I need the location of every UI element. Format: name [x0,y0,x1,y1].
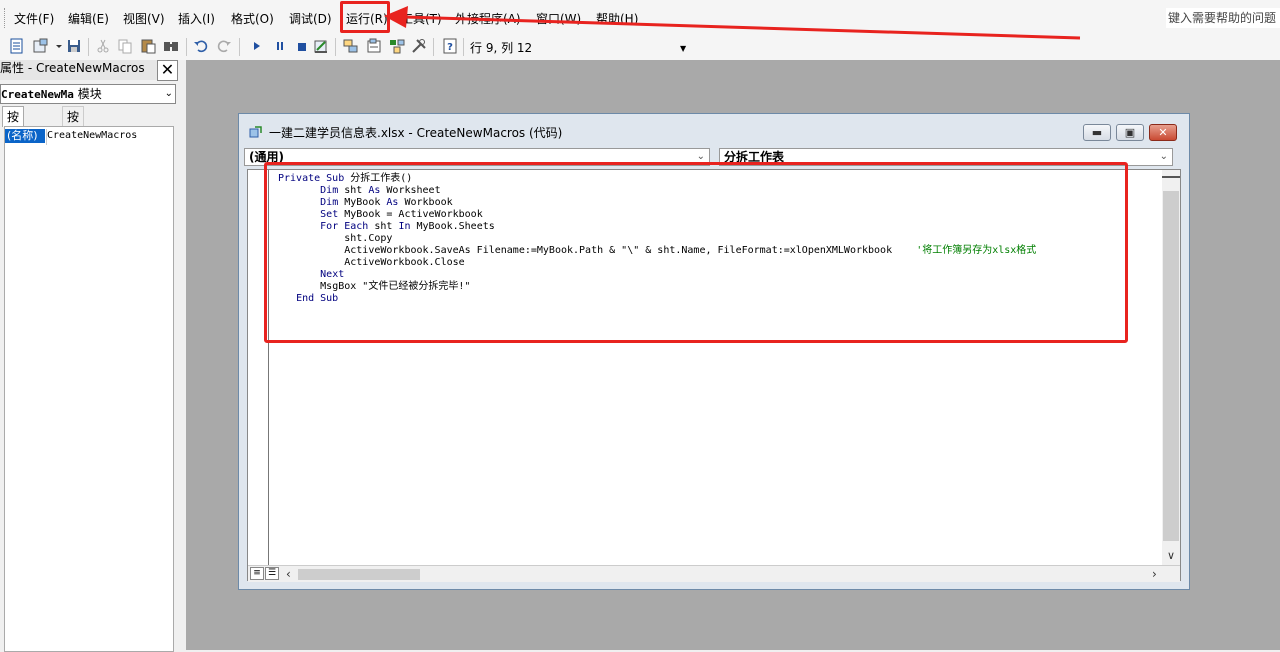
minimize-button[interactable]: ▬ [1083,124,1111,141]
menu-tools[interactable]: 工具(T) [398,10,445,28]
view-excel-icon[interactable] [8,37,26,55]
scroll-up-icon[interactable] [1162,170,1180,178]
cut-icon[interactable] [94,37,112,55]
toolbar-separator [186,38,187,56]
menu-format[interactable]: 格式(O) [228,10,277,28]
insert-dropdown-chevron-icon[interactable] [50,37,62,55]
menu-edit[interactable]: 编辑(E) [65,10,112,28]
minimize-icon: ▬ [1091,126,1103,139]
menu-window[interactable]: 窗口(W) [533,10,584,28]
help-search-input[interactable]: 键入需要帮助的问题 [1166,8,1280,28]
horizontal-scroll-thumb[interactable] [298,569,420,580]
restore-icon: ▣ [1124,126,1136,139]
code-window-titlebar[interactable]: 一建二建学员信息表.xlsx - CreateNewMacros (代码) ▬ … [239,114,1189,146]
help-icon[interactable]: ? [441,37,459,55]
properties-grid: (名称) CreateNewMacros [4,126,174,652]
menu-bar: 文件(F) 编辑(E) 视图(V) 插入(I) 格式(O) 调试(D) 运行(R… [0,0,1280,34]
chevron-down-icon[interactable]: ⌄ [1160,149,1168,165]
close-button[interactable]: ✕ [1149,124,1177,141]
horizontal-scroll-row: ≡ ☰ ‹ › [248,565,1180,582]
menu-view[interactable]: 视图(V) [120,10,168,28]
copy-icon[interactable] [116,37,134,55]
toolbar-separator [335,38,336,56]
full-module-view-button[interactable]: ☰ [265,567,279,580]
save-icon[interactable] [65,37,83,55]
annotation-run-menu-highlight [340,1,390,33]
toolbar-separator [88,38,89,56]
toolbar-separator [433,38,434,56]
property-name-cell[interactable]: (名称) [5,129,45,143]
undo-icon[interactable] [192,37,210,55]
cursor-position-status: 行 9, 列 12 [470,41,533,55]
vertical-scroll-thumb[interactable] [1163,191,1179,541]
module-icon [249,126,262,138]
scroll-down-icon[interactable]: ∨ [1162,547,1180,565]
properties-pane: 属性 - CreateNewMacros ✕ CreateNewMa 模块 ⌄ … [0,60,180,652]
scroll-right-icon[interactable]: › [1152,566,1157,582]
property-row[interactable]: (名称) CreateNewMacros [5,129,173,145]
restore-button[interactable]: ▣ [1116,124,1144,141]
find-icon[interactable] [162,37,180,55]
properties-title: 属性 - CreateNewMacros [0,60,178,80]
property-value-cell[interactable]: CreateNewMacros [47,129,137,143]
paste-icon[interactable] [139,37,157,55]
vertical-scrollbar[interactable]: ∨ [1162,170,1180,565]
reset-icon[interactable] [293,37,311,55]
properties-window-icon[interactable] [365,37,383,55]
menu-addins[interactable]: 外接程序(A) [452,10,524,28]
object-name: CreateNewMa [1,88,74,101]
standard-toolbar: ? 行 9, 列 12 ▼ [0,34,1280,60]
procedure-view-button[interactable]: ≡ [250,567,264,580]
menu-help[interactable]: 帮助(H) [593,10,641,28]
scroll-left-icon[interactable]: ‹ [286,566,291,582]
redo-icon[interactable] [215,37,233,55]
project-explorer-icon[interactable] [342,37,360,55]
properties-object-combo[interactable]: CreateNewMa 模块 ⌄ [0,84,176,104]
object-type: 模块 [77,87,102,101]
tab-categorized[interactable]: 按分类序 [62,106,85,184]
code-window-title: 一建二建学员信息表.xlsx - CreateNewMacros (代码) [269,126,563,140]
toolbar-separator [239,38,240,56]
insert-module-icon[interactable] [32,37,50,55]
properties-close-button[interactable]: ✕ [157,60,178,81]
close-icon: ✕ [1158,126,1168,139]
run-icon[interactable] [248,37,266,55]
design-mode-icon[interactable] [312,37,330,55]
break-icon[interactable] [271,37,289,55]
annotation-code-highlight [264,162,1128,343]
object-browser-icon[interactable] [388,37,406,55]
menu-bar-grip[interactable] [4,8,7,28]
menu-debug[interactable]: 调试(D) [286,10,335,28]
tab-alphabetic[interactable]: 按字母序 [2,106,25,184]
chevron-down-icon[interactable]: ⌄ [165,85,173,103]
svg-text:?: ? [447,42,453,53]
toolbox-icon[interactable] [410,37,428,55]
toolbar-options-chevron-icon[interactable]: ▼ [680,44,686,53]
menu-insert[interactable]: 插入(I) [175,10,218,28]
toolbar-separator [463,38,464,56]
menu-file[interactable]: 文件(F) [11,10,57,28]
